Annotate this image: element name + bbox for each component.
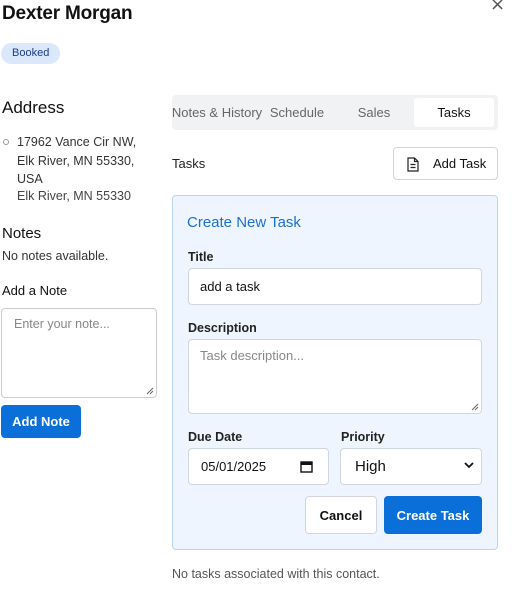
- title-label: Title: [188, 250, 214, 264]
- create-task-button[interactable]: Create Task: [384, 496, 482, 534]
- create-task-title: Create New Task: [187, 214, 301, 231]
- description-label: Description: [188, 321, 257, 335]
- tab-notes-history[interactable]: Notes & History: [168, 98, 266, 127]
- address-street-city: 17962 Vance Cir NW, Elk River, MN 55330,…: [17, 135, 137, 186]
- task-description-input[interactable]: [188, 339, 482, 414]
- contact-name: Dexter Morgan: [2, 3, 133, 24]
- tasks-heading: Tasks: [172, 156, 206, 171]
- tab-sales[interactable]: Sales: [333, 98, 415, 127]
- add-task-label: Add Task: [433, 156, 487, 171]
- due-date-label: Due Date: [188, 430, 243, 444]
- notes-empty-text: No notes available.: [2, 249, 109, 263]
- tab-bar: Notes & History Schedule Sales Tasks: [172, 95, 498, 130]
- close-icon[interactable]: ×: [490, 0, 505, 15]
- address-heading: Address: [2, 98, 65, 117]
- map-pin-icon: [3, 139, 9, 145]
- tasks-empty-text: No tasks associated with this contact.: [172, 567, 380, 581]
- note-input[interactable]: [1, 308, 157, 398]
- notes-heading: Notes: [2, 225, 42, 242]
- add-note-heading: Add a Note: [2, 283, 68, 298]
- task-title-input[interactable]: [188, 268, 482, 305]
- cancel-button[interactable]: Cancel: [305, 496, 377, 534]
- calendar-icon[interactable]: [300, 460, 313, 473]
- priority-label: Priority: [341, 430, 385, 444]
- due-date-value: 05/01/2025: [201, 459, 267, 474]
- tab-schedule[interactable]: Schedule: [266, 98, 328, 127]
- chevron-down-icon: [464, 462, 474, 469]
- priority-value: High: [355, 458, 386, 475]
- due-date-input[interactable]: 05/01/2025: [188, 448, 329, 485]
- address-secondary: Elk River, MN 55330: [17, 189, 131, 203]
- tab-tasks[interactable]: Tasks: [414, 98, 494, 127]
- add-task-button[interactable]: Add Task: [393, 147, 498, 180]
- add-note-button[interactable]: Add Note: [1, 405, 81, 438]
- priority-select[interactable]: High: [340, 448, 482, 485]
- status-badge: Booked: [1, 43, 61, 64]
- document-icon: [407, 157, 419, 172]
